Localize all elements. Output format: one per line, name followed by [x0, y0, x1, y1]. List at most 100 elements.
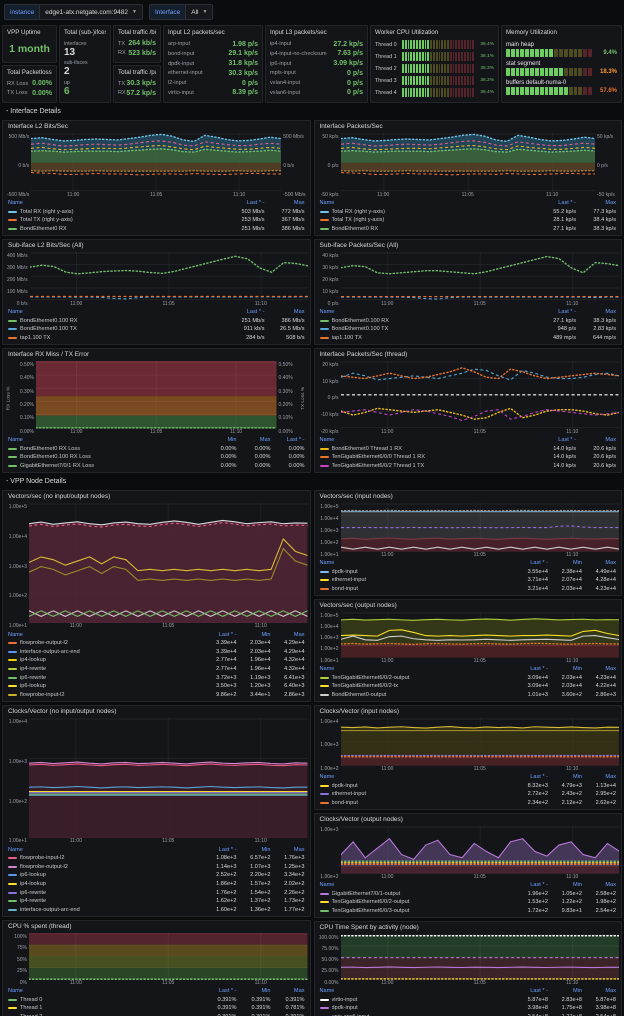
legend-header-col[interactable]: Min: [237, 632, 271, 638]
legend-header-col[interactable]: Last * -: [514, 666, 548, 672]
legend-series-name[interactable]: bond-input: [332, 800, 515, 806]
legend-series-name[interactable]: interface-output-arc-end: [20, 907, 203, 913]
legend-header-name[interactable]: Name: [320, 666, 515, 672]
legend-series-name[interactable]: TenGigabitEthernet6/0/2-output: [332, 899, 515, 905]
legend-series-name[interactable]: TenGigabitEthernet6/0/2-output: [332, 675, 515, 681]
legend-series-name[interactable]: BondEthernet0.100 RX Loss: [20, 454, 203, 460]
legend-series-name[interactable]: ethernet-input: [332, 577, 515, 583]
legend-header-col[interactable]: Min: [237, 847, 271, 853]
legend-header-col[interactable]: Last * -: [225, 309, 265, 315]
legend-header-col[interactable]: Last * -: [203, 632, 237, 638]
legend-header-col[interactable]: Last * -: [514, 988, 548, 994]
legend-series-name[interactable]: bond-input: [332, 586, 515, 592]
panel-title[interactable]: Total traffic /bit: [118, 29, 156, 36]
legend-series-name[interactable]: BondEthernet0 Thread 1 RX: [332, 446, 537, 452]
legend-series-name[interactable]: flowprobe-output-l2: [20, 640, 203, 646]
legend-header-col[interactable]: Min: [548, 988, 582, 994]
legend-series-name[interactable]: interface-output-arc-end: [20, 649, 203, 655]
legend-series-name[interactable]: BondEthernet0 RX: [332, 226, 537, 232]
legend-series-name[interactable]: flowprobe-input-l2: [20, 855, 203, 861]
legend-header-col[interactable]: Last * -: [514, 882, 548, 888]
legend-series-name[interactable]: ip6-lookup: [20, 872, 203, 878]
legend-header-col[interactable]: Last * -: [536, 309, 576, 315]
legend-header-col[interactable]: Last * -: [271, 437, 305, 443]
legend-series-name[interactable]: TenGigabitEthernet6/0/3-output: [332, 908, 515, 914]
legend-series-name[interactable]: TenGigabitEthernet6/0/2 Thread 1 TX: [332, 463, 537, 469]
panel-title[interactable]: Total Packetloss: [7, 69, 52, 76]
panel-title[interactable]: Vectors/sec (input nodes): [315, 491, 622, 502]
legend-header-col[interactable]: Last * -: [203, 847, 237, 853]
legend-header-col[interactable]: Min: [548, 774, 582, 780]
legend-header-col[interactable]: Max: [237, 437, 271, 443]
legend-series-name[interactable]: tap1.100 TX: [332, 335, 537, 341]
legend-header-col[interactable]: Last * -: [225, 200, 265, 206]
legend-header-name[interactable]: Name: [8, 200, 225, 206]
panel-title[interactable]: Sub-iface Packets/Sec (All): [315, 240, 622, 251]
legend-header-name[interactable]: Name: [320, 200, 537, 206]
panel-title[interactable]: Memory Utilization: [506, 29, 617, 36]
legend-series-name[interactable]: Total RX (right y-axis): [20, 209, 225, 215]
section-interface-details[interactable]: - Interface Details: [2, 106, 622, 117]
legend-series-name[interactable]: dpdk-input: [332, 569, 515, 575]
panel-title[interactable]: Sub-iface L2 Bits/Sec (All): [3, 240, 310, 251]
legend-header-col[interactable]: Min: [548, 882, 582, 888]
legend-series-name[interactable]: ip6-lookup: [20, 683, 203, 689]
panel-title[interactable]: Clocks/Vector (no input/output nodes): [3, 706, 310, 717]
panel-title[interactable]: Interface Packets/Sec (thread): [315, 349, 622, 360]
legend-header-col[interactable]: Last * -: [536, 437, 576, 443]
legend-series-name[interactable]: flowprobe-input-l2: [20, 692, 203, 698]
legend-header-col[interactable]: Max: [576, 437, 616, 443]
legend-header-col[interactable]: Last * -: [203, 988, 237, 994]
panel-title[interactable]: Vectors/sec (output nodes): [315, 600, 622, 611]
legend-series-name[interactable]: ip4-lookup: [20, 881, 203, 887]
legend-series-name[interactable]: Total RX (right y-axis): [332, 209, 537, 215]
panel-title[interactable]: Total (sub-)ifces: [64, 29, 106, 36]
legend-series-name[interactable]: Total TX (right y-axis): [20, 217, 225, 223]
panel-title[interactable]: CPU Time Spent by activity (node): [315, 922, 622, 933]
legend-series-name[interactable]: BondEthernet0.100 TX: [20, 326, 225, 332]
legend-header-col[interactable]: Max: [582, 882, 616, 888]
legend-series-name[interactable]: ip4-rewrite: [20, 898, 203, 904]
legend-header-name[interactable]: Name: [8, 437, 203, 443]
legend-header-col[interactable]: Min: [237, 988, 271, 994]
legend-header-col[interactable]: Max: [582, 666, 616, 672]
instance-select[interactable]: edge1-atx.netgate.com:9482 ▼: [39, 4, 143, 20]
legend-series-name[interactable]: BondEthernet0 RX Loss: [20, 446, 203, 452]
legend-header-name[interactable]: Name: [8, 988, 203, 994]
legend-header-col[interactable]: Max: [576, 309, 616, 315]
legend-header-col[interactable]: Min: [548, 560, 582, 566]
legend-series-name[interactable]: BondEthernet0-output: [332, 692, 515, 698]
legend-series-name[interactable]: virtio-input: [332, 997, 515, 1003]
legend-header-name[interactable]: Name: [320, 988, 515, 994]
legend-series-name[interactable]: Total TX (right y-axis): [332, 217, 537, 223]
legend-series-name[interactable]: dpdk-input: [332, 1005, 515, 1011]
legend-series-name[interactable]: BondEthernet0 RX: [20, 226, 225, 232]
legend-header-col[interactable]: Max: [271, 632, 305, 638]
legend-header-col[interactable]: Max: [576, 200, 616, 206]
legend-series-name[interactable]: TenGigabitEthernet6/0/2-tx: [332, 683, 515, 689]
legend-series-name[interactable]: BondEthernet0.100 TX: [332, 326, 537, 332]
panel-title[interactable]: Clocks/Vector (output nodes): [315, 814, 622, 825]
panel-title[interactable]: Total traffic /pa: [118, 69, 156, 76]
legend-header-col[interactable]: Min: [203, 437, 237, 443]
legend-series-name[interactable]: BondEthernet0.100 RX: [20, 318, 225, 324]
legend-header-name[interactable]: Name: [320, 774, 515, 780]
legend-header-col[interactable]: Max: [271, 847, 305, 853]
legend-series-name[interactable]: GigabitEthernet7/0/1 RX Loss: [20, 463, 203, 469]
panel-title[interactable]: VPP Uptime: [7, 29, 52, 36]
legend-series-name[interactable]: GigabitEthernet7/0/1-output: [332, 891, 515, 897]
legend-header-name[interactable]: Name: [320, 882, 515, 888]
section-vpp-node-details[interactable]: - VPP Node Details: [2, 476, 622, 487]
panel-title[interactable]: CPU % spent (thread): [3, 921, 310, 932]
legend-header-col[interactable]: Max: [265, 309, 305, 315]
legend-series-name[interactable]: flowprobe-output-l2: [20, 864, 203, 870]
legend-header-col[interactable]: Max: [271, 988, 305, 994]
legend-header-col[interactable]: Max: [582, 774, 616, 780]
panel-title[interactable]: Vectors/sec (no input/output nodes): [3, 491, 310, 502]
panel-title[interactable]: Interface L2 Bits/Sec: [3, 121, 310, 132]
interface-select[interactable]: All ▼: [185, 4, 213, 20]
legend-header-col[interactable]: Min: [548, 666, 582, 672]
panel-title[interactable]: Input L3 packets/sec: [270, 29, 363, 36]
legend-header-name[interactable]: Name: [320, 309, 537, 315]
legend-header-name[interactable]: Name: [320, 437, 537, 443]
